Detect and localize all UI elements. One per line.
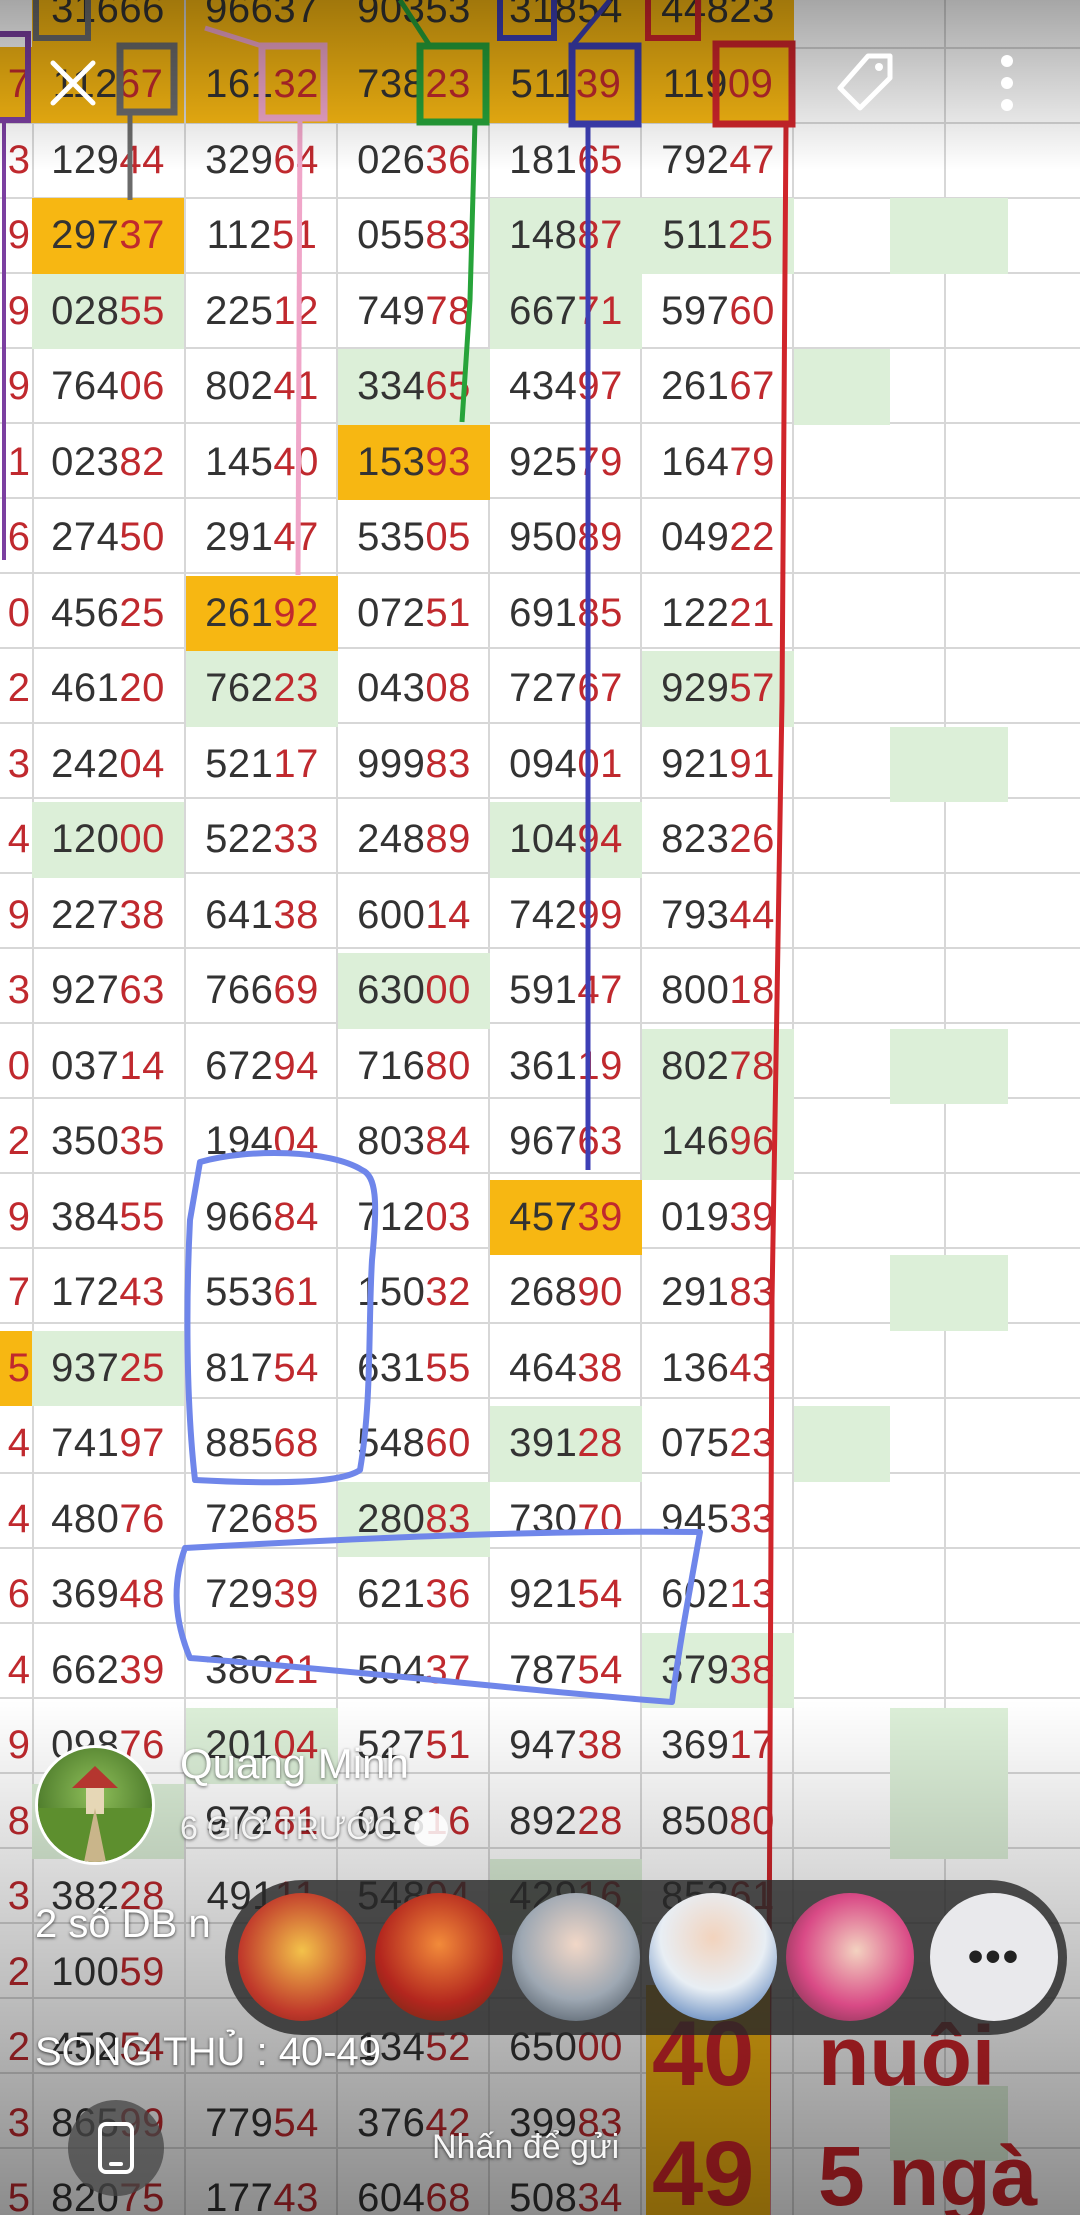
close-icon [50, 60, 96, 106]
caption-line-1: 2 số DB n [35, 1902, 211, 1946]
reaction-avatar-3[interactable] [512, 1893, 640, 2021]
more-options-button[interactable] [962, 38, 1052, 128]
tag-button[interactable] [820, 38, 910, 128]
marker-circle-1 [184, 1149, 379, 1486]
reaction-avatar-2[interactable] [375, 1893, 503, 2021]
caption-line-2: SONG THỦ : 40-49 [35, 2030, 382, 2074]
phone-icon [98, 2122, 134, 2174]
story-viewer: 3166696637903533185444823711267161327382… [0, 0, 1080, 2215]
reaction-avatar-1[interactable] [238, 1893, 366, 2021]
reaction-avatar-5[interactable] [786, 1893, 914, 2021]
line-pink [295, 117, 303, 576]
more-reactions-button[interactable]: ••• [930, 1893, 1058, 2021]
more-vertical-icon [1001, 55, 1013, 111]
pagoda-photo-icon [38, 1766, 152, 1862]
globe-icon [414, 1812, 448, 1846]
top-bar [0, 0, 1080, 170]
send-hint[interactable]: Nhấn để gửi [432, 2128, 619, 2167]
reaction-avatar-4[interactable] [649, 1893, 777, 2021]
author-avatar[interactable] [35, 1745, 155, 1865]
author-name[interactable]: Quang Minh [180, 1740, 409, 1788]
reaction-tray: ••• [225, 1880, 1067, 2035]
post-time: 6 GIỜ TRƯỚC [180, 1810, 397, 1846]
tag-icon [837, 53, 893, 111]
close-button[interactable] [28, 38, 118, 128]
marker-circle-2 [173, 1528, 703, 1705]
phone-button[interactable] [68, 2100, 164, 2196]
